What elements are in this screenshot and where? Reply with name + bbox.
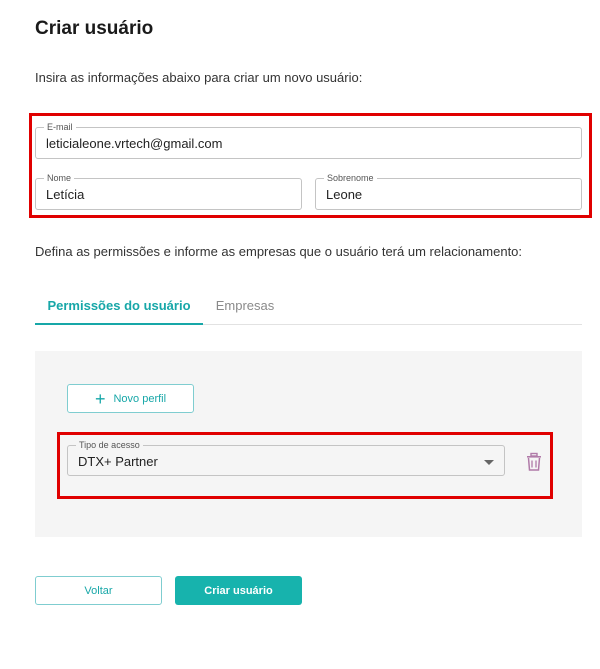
first-name-field[interactable]: Nome Letícia — [35, 173, 302, 210]
page-title: Criar usuário — [35, 18, 154, 39]
create-user-button[interactable]: Criar usuário — [175, 576, 302, 605]
access-type-select[interactable]: Tipo de acesso DTX+ Partner — [67, 440, 505, 476]
new-profile-label: Novo perfil — [113, 392, 167, 405]
create-user-label: Criar usuário — [204, 584, 273, 597]
trash-icon[interactable] — [525, 452, 543, 472]
last-name-value: Leone — [326, 187, 363, 202]
permissions-description: Defina as permissões e informe as empres… — [35, 244, 523, 259]
access-type-label: Tipo de acesso — [76, 440, 143, 451]
new-profile-button[interactable]: + Novo perfil — [67, 384, 194, 413]
back-button[interactable]: Voltar — [35, 576, 162, 605]
tab-companies[interactable]: Empresas — [203, 288, 287, 325]
create-user-page: Criar usuário Insira as informações abai… — [0, 0, 600, 669]
intro-text: Insira as informações abaixo para criar … — [35, 70, 363, 85]
last-name-label: Sobrenome — [324, 173, 377, 184]
tab-user-permissions[interactable]: Permissões do usuário — [35, 288, 203, 325]
access-type-value: DTX+ Partner — [78, 454, 158, 469]
back-label: Voltar — [84, 584, 113, 597]
email-field[interactable]: E-mail leticialeone.vrtech@gmail.com — [35, 122, 582, 159]
last-name-field[interactable]: Sobrenome Leone — [315, 173, 582, 210]
tab-bar: Permissões do usuário Empresas — [35, 288, 582, 325]
email-value: leticialeone.vrtech@gmail.com — [46, 136, 223, 151]
first-name-value: Letícia — [46, 187, 85, 202]
first-name-label: Nome — [44, 173, 75, 184]
plus-icon: + — [94, 388, 106, 409]
email-label: E-mail — [44, 122, 76, 133]
caret-down-icon — [484, 460, 494, 465]
